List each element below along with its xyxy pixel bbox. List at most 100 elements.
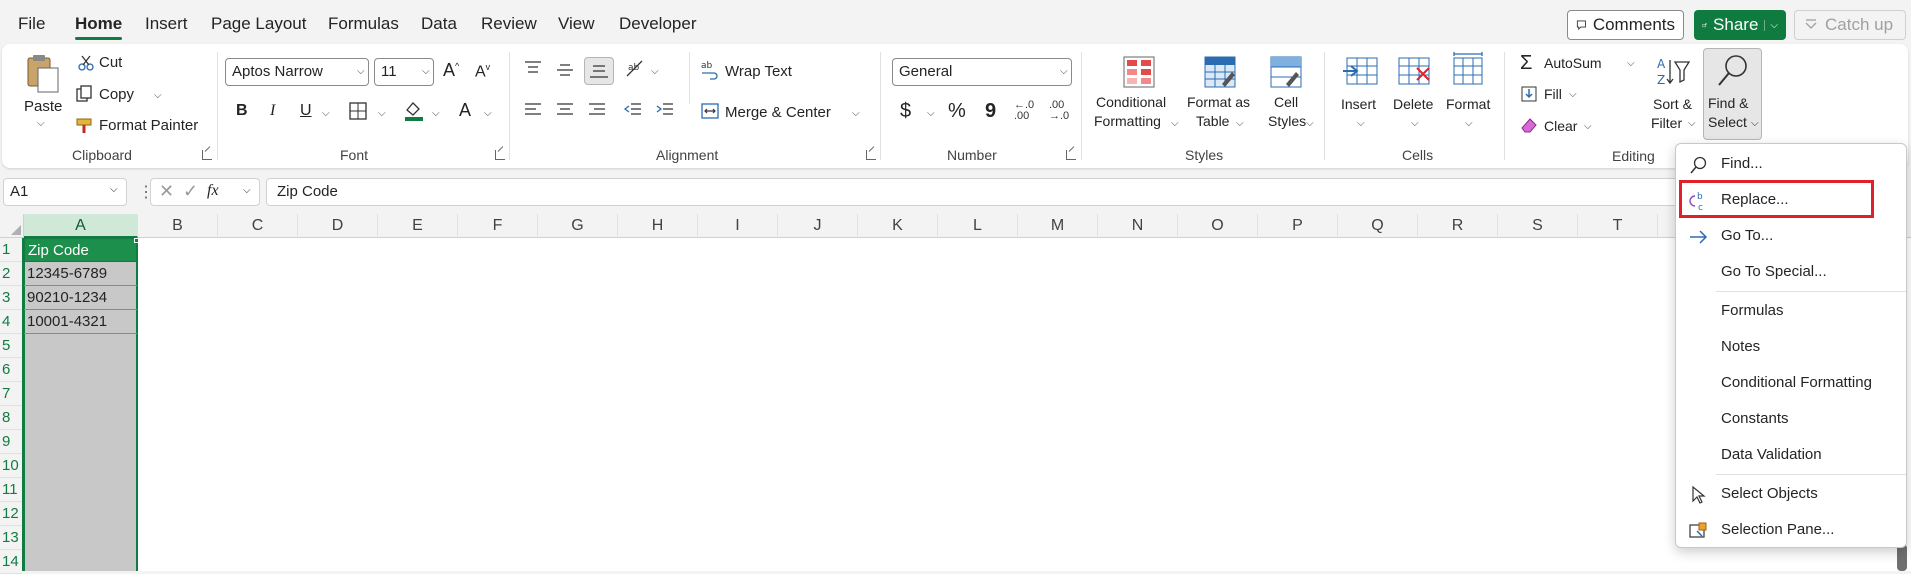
font-launcher-icon[interactable] (495, 150, 505, 160)
find-select-button[interactable]: Find & Select ⌵ (1703, 48, 1762, 140)
column-header-d[interactable]: D (298, 214, 378, 238)
align-left-icon[interactable] (523, 102, 543, 118)
catchup-button[interactable]: Catch up (1794, 10, 1906, 40)
chevron-down-icon[interactable]: ⌵ (1627, 58, 1635, 69)
tab-insert[interactable]: Insert (145, 14, 188, 34)
tab-home[interactable]: Home (75, 14, 122, 34)
row-header-2[interactable]: 2 (0, 262, 22, 286)
decrease-indent-icon[interactable] (623, 102, 643, 118)
autosum-label[interactable]: AutoSum (1544, 55, 1602, 71)
wrap-text-label[interactable]: Wrap Text (725, 63, 792, 80)
column-header-i[interactable]: I (698, 214, 778, 238)
copy-label[interactable]: Copy (99, 86, 134, 103)
menu-item-find[interactable]: Find... (1676, 148, 1906, 180)
column-header-l[interactable]: L (938, 214, 1018, 238)
column-header-j[interactable]: J (778, 214, 858, 238)
column-header-g[interactable]: G (538, 214, 618, 238)
font-name-combo[interactable]: Aptos Narrow (225, 58, 369, 86)
chevron-down-icon[interactable]: ⌵ (37, 118, 45, 129)
menu-item-constants[interactable]: Constants (1676, 403, 1906, 435)
increase-font-icon[interactable]: A^ (443, 60, 459, 81)
clear-label[interactable]: Clear (1544, 118, 1577, 134)
alignment-launcher-icon[interactable] (866, 150, 876, 160)
tab-view[interactable]: View (558, 14, 595, 34)
cut-label[interactable]: Cut (99, 54, 122, 71)
chevron-down-icon[interactable]: ⌵ (1171, 118, 1179, 129)
chevron-down-icon[interactable]: ⌵ (1306, 118, 1314, 129)
fill-color-icon[interactable] (403, 100, 425, 122)
paste-icon[interactable] (20, 52, 64, 96)
increase-indent-icon[interactable] (655, 102, 675, 118)
format-as-table-icon[interactable] (1202, 54, 1238, 90)
sort-filter-label-1[interactable]: Sort & (1653, 96, 1692, 112)
column-header-a[interactable]: A (24, 214, 138, 238)
paste-label[interactable]: Paste (24, 98, 62, 115)
chevron-down-icon[interactable]: ⌵ (1060, 66, 1068, 77)
cell-a1[interactable]: Zip Code (24, 238, 137, 262)
row-header-4[interactable]: 4 (0, 310, 22, 334)
column-header-b[interactable]: B (138, 214, 218, 238)
chevron-down-icon[interactable]: ⌵ (378, 108, 386, 119)
menu-item-selection-pane[interactable]: Selection Pane... (1676, 514, 1906, 546)
menu-item-notes[interactable]: Notes (1676, 331, 1906, 363)
sort-filter-label-2[interactable]: Filter (1651, 115, 1682, 131)
number-format-combo[interactable]: General (892, 58, 1072, 86)
tab-review[interactable]: Review (481, 14, 537, 34)
chevron-down-icon[interactable]: ⌵ (110, 184, 118, 195)
column-header-t[interactable]: T (1578, 214, 1658, 238)
tab-data[interactable]: Data (421, 14, 457, 34)
column-header-f[interactable]: F (458, 214, 538, 238)
delete-cells-label[interactable]: Delete (1393, 96, 1433, 112)
sort-filter-icon[interactable]: AZ (1655, 54, 1691, 90)
row-header-14[interactable]: 14 (0, 550, 22, 574)
tab-file[interactable]: File (18, 14, 45, 34)
formula-input[interactable]: Zip Code (266, 178, 1906, 206)
cell-styles-label-2[interactable]: Styles (1268, 113, 1306, 129)
conditional-formatting-label-2[interactable]: Formatting (1094, 113, 1161, 129)
row-header-13[interactable]: 13 (0, 526, 22, 550)
font-color-icon[interactable]: A (459, 100, 471, 121)
chevron-down-icon[interactable]: ⌵ (432, 108, 440, 119)
select-all-corner[interactable] (0, 214, 24, 238)
menu-item-conditional-formatting[interactable]: Conditional Formatting (1676, 367, 1906, 399)
column-header-c[interactable]: C (218, 214, 298, 238)
column-header-e[interactable]: E (378, 214, 458, 238)
comments-button[interactable]: Comments (1567, 10, 1684, 40)
chevron-down-icon[interactable]: ⌵ (1411, 118, 1419, 129)
merge-center-icon[interactable] (700, 101, 720, 121)
cell-a3[interactable]: 90210-1234 (24, 286, 137, 310)
cell-styles-icon[interactable] (1268, 54, 1304, 90)
fill-icon[interactable] (1520, 85, 1538, 103)
tab-formulas[interactable]: Formulas (328, 14, 399, 34)
align-top-icon[interactable] (523, 60, 543, 76)
cancel-icon[interactable]: ✕ (159, 181, 174, 202)
format-painter-label[interactable]: Format Painter (99, 117, 198, 134)
percent-button[interactable]: % (948, 100, 966, 123)
align-right-icon[interactable] (587, 102, 607, 118)
increase-decimal-button[interactable]: ←.0.00 (1014, 100, 1034, 122)
conditional-formatting-label-1[interactable]: Conditional (1096, 94, 1166, 110)
column-header-n[interactable]: N (1098, 214, 1178, 238)
align-center-icon[interactable] (555, 102, 575, 118)
chevron-down-icon[interactable]: ⌵ (852, 108, 860, 119)
row-header-10[interactable]: 10 (0, 454, 22, 478)
chevron-down-icon[interactable]: ⌵ (1584, 121, 1592, 132)
column-header-h[interactable]: H (618, 214, 698, 238)
column-header-m[interactable]: M (1018, 214, 1098, 238)
column-header-q[interactable]: Q (1338, 214, 1418, 238)
enter-icon[interactable]: ✓ (183, 181, 198, 202)
insert-cells-label[interactable]: Insert (1341, 96, 1376, 112)
format-as-table-label-1[interactable]: Format as (1187, 94, 1250, 110)
borders-icon[interactable] (348, 101, 368, 121)
row-header-6[interactable]: 6 (0, 358, 22, 382)
chevron-down-icon[interactable]: ⌵ (154, 90, 162, 101)
column-header-o[interactable]: O (1178, 214, 1258, 238)
chevron-down-icon[interactable]: ⌵ (322, 108, 330, 119)
align-middle-icon[interactable] (555, 62, 575, 78)
chevron-down-icon[interactable]: ⌵ (1764, 19, 1778, 31)
format-cells-label[interactable]: Format (1446, 96, 1490, 112)
fill-label[interactable]: Fill (1544, 86, 1562, 102)
comma-button[interactable]: 9 (985, 100, 996, 123)
row-header-12[interactable]: 12 (0, 502, 22, 526)
italic-button[interactable]: I (270, 102, 275, 120)
